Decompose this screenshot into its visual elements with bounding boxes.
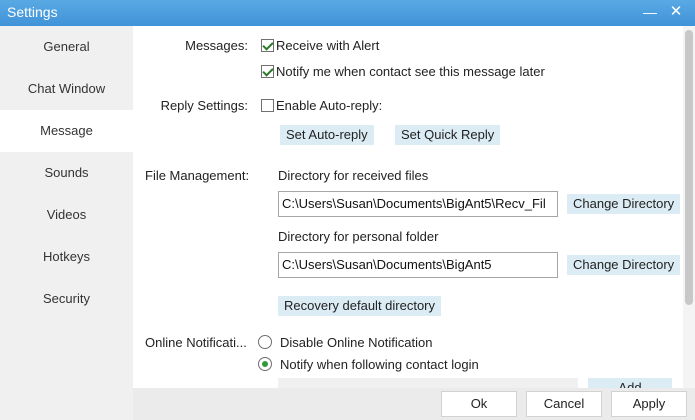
window-title: Settings (7, 4, 58, 20)
set-auto-reply-button[interactable]: Set Auto-reply (280, 125, 374, 145)
close-icon[interactable]: ✕ (666, 2, 686, 22)
set-quick-reply-button[interactable]: Set Quick Reply (395, 125, 501, 145)
message-settings-panel: Messages: Receive with Alert Notify me w… (133, 26, 695, 388)
online-notification-label: Online Notificati... (145, 335, 247, 350)
notify-contact-login-label[interactable]: Notify when following contact login (280, 357, 479, 372)
vertical-scrollbar[interactable] (683, 26, 695, 388)
minimize-icon[interactable]: — (640, 2, 660, 22)
sidebar-item-videos[interactable]: Videos (0, 194, 133, 236)
received-files-label: Directory for received files (278, 168, 429, 183)
personal-folder-path-field[interactable]: C:\Users\Susan\Documents\BigAnt5 (278, 252, 558, 278)
notify-later-checkbox[interactable] (261, 65, 274, 78)
sidebar-item-message[interactable]: Message (0, 110, 133, 152)
settings-sidebar: General Chat Window Message Sounds Video… (0, 26, 133, 420)
sidebar-item-sounds[interactable]: Sounds (0, 152, 133, 194)
scrollbar-thumb[interactable] (685, 30, 693, 305)
title-bar: Settings — ✕ (0, 0, 695, 26)
notify-later-label[interactable]: Notify me when contact see this message … (276, 64, 545, 79)
change-received-directory-button[interactable]: Change Directory (567, 194, 681, 214)
personal-folder-label: Directory for personal folder (278, 229, 439, 244)
disable-online-notification-radio[interactable] (258, 335, 272, 349)
contact-list-box[interactable] (278, 378, 578, 388)
file-management-label: File Management: (145, 168, 250, 183)
receive-alert-checkbox[interactable] (261, 39, 274, 52)
sidebar-item-hotkeys[interactable]: Hotkeys (0, 236, 133, 278)
add-contact-button[interactable]: Add (588, 378, 672, 388)
auto-reply-checkbox[interactable] (261, 99, 274, 112)
change-personal-directory-button[interactable]: Change Directory (567, 255, 681, 275)
messages-label: Messages: (185, 38, 248, 53)
sidebar-item-security[interactable]: Security (0, 278, 133, 320)
recovery-default-directory-button[interactable]: Recovery default directory (278, 296, 442, 316)
receive-alert-label[interactable]: Receive with Alert (276, 38, 379, 53)
reply-settings-label: Reply Settings: (160, 98, 248, 113)
sidebar-item-chat-window[interactable]: Chat Window (0, 68, 133, 110)
apply-button[interactable]: Apply (611, 391, 687, 417)
dialog-footer: Ok Cancel Apply (133, 388, 695, 420)
cancel-button[interactable]: Cancel (526, 391, 602, 417)
ok-button[interactable]: Ok (441, 391, 517, 417)
sidebar-item-general[interactable]: General (0, 26, 133, 68)
disable-online-notification-label[interactable]: Disable Online Notification (280, 335, 432, 350)
received-files-path-field[interactable]: C:\Users\Susan\Documents\BigAnt5\Recv_Fi… (278, 191, 558, 217)
notify-contact-login-radio[interactable] (258, 357, 272, 371)
auto-reply-label[interactable]: Enable Auto-reply: (276, 98, 382, 113)
